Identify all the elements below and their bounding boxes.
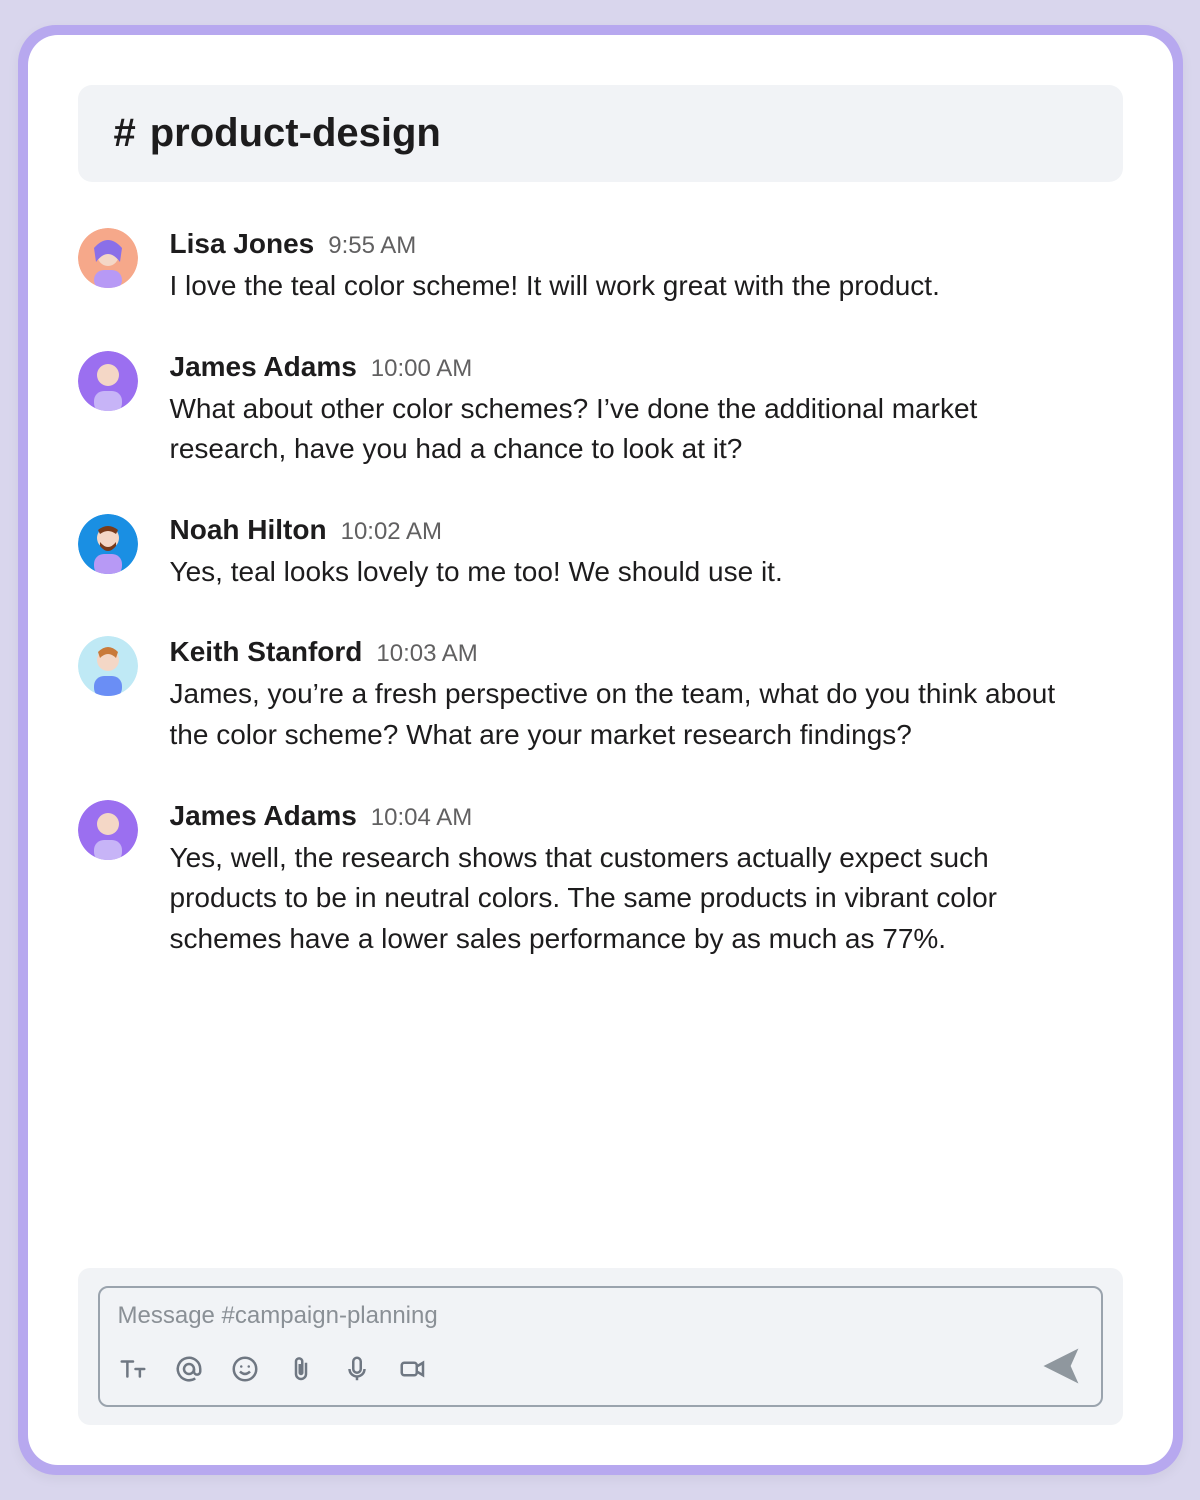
attachment-icon[interactable]	[286, 1354, 316, 1384]
message-text: James, you’re a fresh perspective on the…	[170, 674, 1090, 755]
format-icon[interactable]	[118, 1354, 148, 1384]
message-author: Noah Hilton	[170, 514, 327, 546]
channel-header[interactable]: # product-design	[78, 85, 1123, 182]
message-row: Lisa Jones 9:55 AM I love the teal color…	[78, 228, 1123, 307]
chat-panel: # product-design Lisa Jones 9:55 AM I lo…	[28, 35, 1173, 1465]
composer-container	[78, 1268, 1123, 1425]
microphone-icon[interactable]	[342, 1354, 372, 1384]
avatar-lisa[interactable]	[78, 228, 138, 288]
message-author: James Adams	[170, 800, 357, 832]
message-author: Keith Stanford	[170, 636, 363, 668]
avatar-james[interactable]	[78, 800, 138, 860]
message-author: Lisa Jones	[170, 228, 315, 260]
message-row: Noah Hilton 10:02 AM Yes, teal looks lov…	[78, 514, 1123, 593]
message-text: What about other color schemes? I’ve don…	[170, 389, 1090, 470]
message-timestamp: 9:55 AM	[328, 232, 416, 260]
emoji-icon[interactable]	[230, 1354, 260, 1384]
message-text: I love the teal color scheme! It will wo…	[170, 266, 1090, 307]
message-row: James Adams 10:04 AM Yes, well, the rese…	[78, 800, 1123, 960]
avatar-noah[interactable]	[78, 514, 138, 574]
message-row: James Adams 10:00 AM What about other co…	[78, 351, 1123, 470]
send-button[interactable]	[1039, 1344, 1083, 1393]
mention-icon[interactable]	[174, 1354, 204, 1384]
window-frame: # product-design Lisa Jones 9:55 AM I lo…	[18, 25, 1183, 1475]
message-row: Keith Stanford 10:03 AM James, you’re a …	[78, 636, 1123, 755]
composer-toolbar	[118, 1354, 428, 1384]
video-icon[interactable]	[398, 1354, 428, 1384]
message-timestamp: 10:00 AM	[371, 355, 472, 383]
avatar-keith[interactable]	[78, 636, 138, 696]
avatar-james[interactable]	[78, 351, 138, 411]
message-timestamp: 10:03 AM	[376, 640, 477, 668]
message-text: Yes, well, the research shows that custo…	[170, 838, 1090, 960]
channel-name: product-design	[150, 111, 441, 156]
message-author: James Adams	[170, 351, 357, 383]
message-list: Lisa Jones 9:55 AM I love the teal color…	[78, 228, 1123, 1228]
message-timestamp: 10:04 AM	[371, 804, 472, 832]
composer	[98, 1286, 1103, 1407]
message-timestamp: 10:02 AM	[341, 518, 442, 546]
message-input[interactable]	[118, 1302, 1083, 1330]
message-text: Yes, teal looks lovely to me too! We sho…	[170, 552, 1090, 593]
hash-icon: #	[114, 111, 136, 156]
